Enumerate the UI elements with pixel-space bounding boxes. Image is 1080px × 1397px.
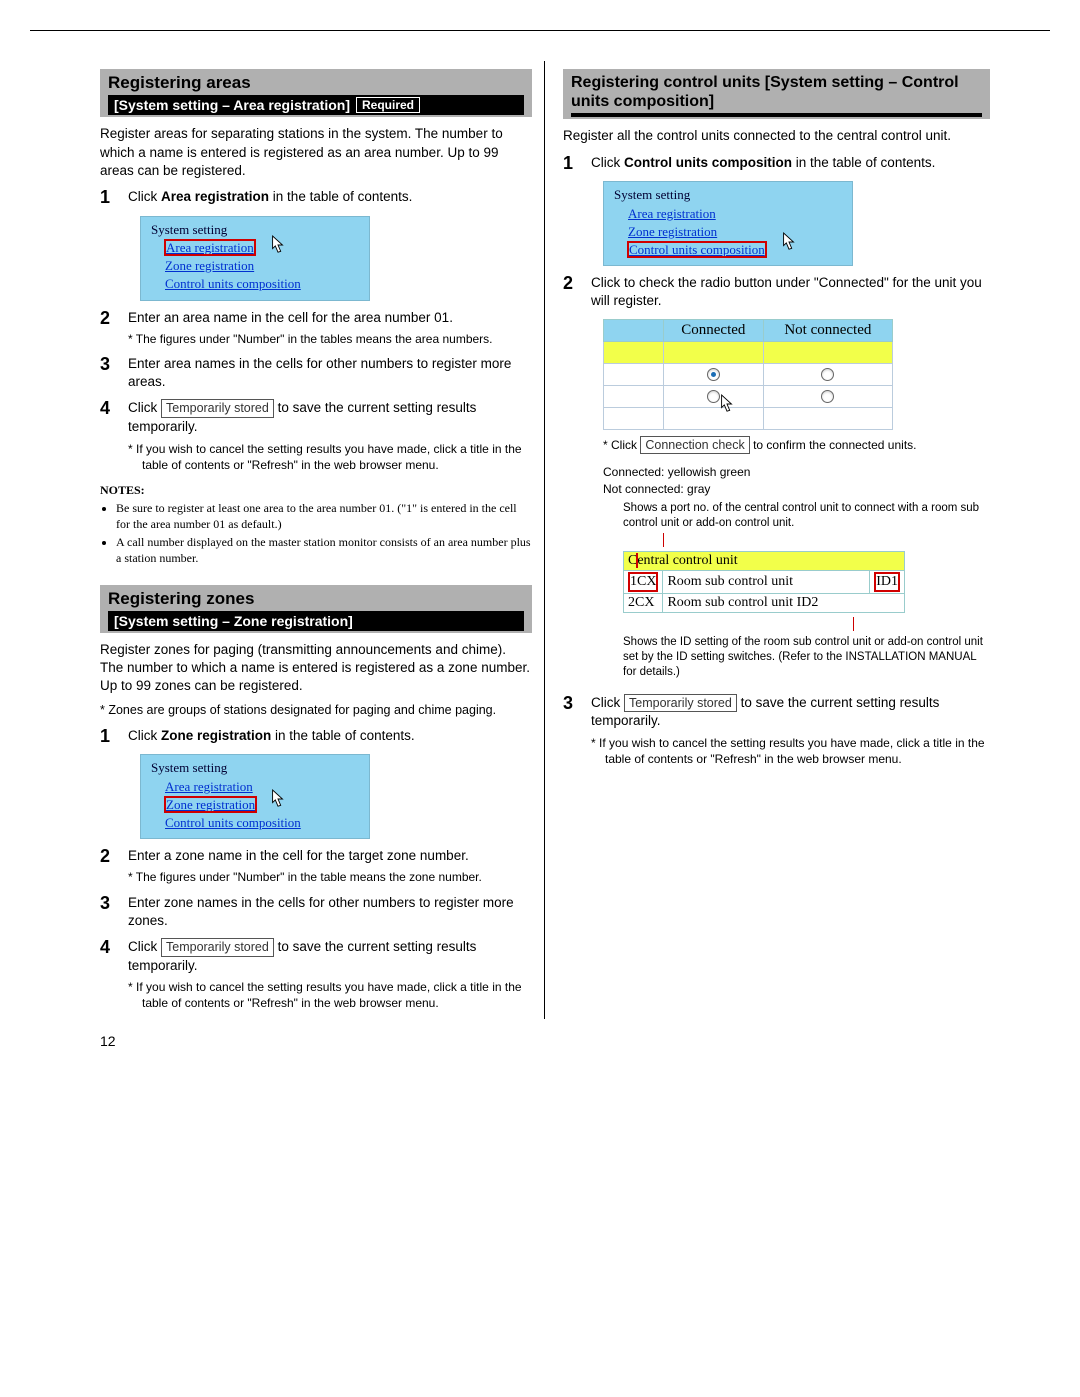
not-connected-radio[interactable] <box>821 368 834 381</box>
areas-notes-list: Be sure to register at least one area to… <box>100 500 532 567</box>
area-registration-link[interactable]: Area registration <box>165 778 359 796</box>
zones-subtitle: [System setting – Zone registration] <box>114 613 353 629</box>
table-row <box>604 385 893 407</box>
ctrl-intro: Register all the control units connected… <box>563 127 990 145</box>
areas-step-3: 3 Enter area names in the cells for othe… <box>100 355 532 391</box>
areas-section-header: Registering areas [System setting – Area… <box>100 69 532 117</box>
ctrl-menu-illustration: System setting Area registration Zone re… <box>603 181 990 266</box>
areas-menu-illustration: System setting Area registration Zone re… <box>140 216 532 301</box>
control-units-link[interactable]: Control units composition <box>165 814 359 832</box>
connected-header: Connected <box>664 319 764 341</box>
connection-check-note: * Click Connection check to confirm the … <box>603 436 990 455</box>
zones-menu-illustration: System setting Area registration Zone re… <box>140 754 532 839</box>
temporarily-stored-button[interactable]: Temporarily stored <box>161 938 274 957</box>
ctrl-section-header: Registering control units [System settin… <box>563 69 990 119</box>
required-badge: Required <box>356 97 420 113</box>
ctrl-title: Registering control units [System settin… <box>571 73 982 111</box>
not-connected-radio[interactable] <box>821 390 834 403</box>
areas-step-4: 4 Click Temporarily stored to save the c… <box>100 399 532 472</box>
zones-step-3: 3 Enter zone names in the cells for othe… <box>100 894 532 930</box>
legend-connected: Connected: yellowish green <box>603 464 990 480</box>
connected-radio[interactable] <box>707 368 720 381</box>
control-units-link[interactable]: Control units composition <box>165 275 359 293</box>
areas-intro: Register areas for separating stations i… <box>100 125 532 180</box>
area-registration-link[interactable]: Area registration <box>165 240 255 255</box>
zone-registration-link[interactable]: Zone registration <box>165 257 359 275</box>
cursor-icon <box>269 789 287 809</box>
table-row <box>604 363 893 385</box>
not-connected-header: Not connected <box>763 319 892 341</box>
areas-step-1: 1 Click Area registration in the table o… <box>100 188 532 208</box>
zones-intro: Register zones for paging (transmitting … <box>100 641 532 696</box>
ctrl-step-1: 1 Click Control units composition in the… <box>563 154 990 174</box>
page-number: 12 <box>100 1033 116 1049</box>
connection-check-button[interactable]: Connection check <box>640 436 749 455</box>
cursor-icon <box>269 235 287 255</box>
zones-step-4: 4 Click Temporarily stored to save the c… <box>100 938 532 1011</box>
legend-not-connected: Not connected: gray <box>603 481 990 497</box>
anno-top: Shows a port no. of the central control … <box>623 501 990 531</box>
area-registration-link[interactable]: Area registration <box>628 205 842 223</box>
ctrl-step-3: 3 Click Temporarily stored to save the c… <box>563 694 990 767</box>
notes-header: NOTES: <box>100 483 532 498</box>
temporarily-stored-button[interactable]: Temporarily stored <box>161 399 274 418</box>
zones-step-1: 1 Click Zone registration in the table o… <box>100 727 532 747</box>
cursor-icon <box>780 232 798 252</box>
connected-table: Connected Not connected <box>603 319 893 430</box>
zones-title: Registering zones <box>108 589 524 609</box>
control-unit-table: Central control unit 1CX Room sub contro… <box>623 551 905 613</box>
areas-step-2: 2 Enter an area name in the cell for the… <box>100 309 532 347</box>
anno-bottom: Shows the ID setting of the room sub con… <box>623 635 990 680</box>
temporarily-stored-button[interactable]: Temporarily stored <box>624 694 737 713</box>
zone-registration-link[interactable]: Zone registration <box>165 797 256 812</box>
zones-step-2: 2 Enter a zone name in the cell for the … <box>100 847 532 885</box>
areas-subtitle: [System setting – Area registration] <box>114 97 350 113</box>
zones-footnote: * Zones are groups of stations designate… <box>100 702 532 719</box>
zones-section-header: Registering zones [System setting – Zone… <box>100 585 532 633</box>
ctrl-step-2: 2 Click to check the radio button under … <box>563 274 990 310</box>
zone-registration-link[interactable]: Zone registration <box>628 223 842 241</box>
areas-title: Registering areas <box>108 73 524 93</box>
control-units-link[interactable]: Control units composition <box>628 242 766 257</box>
